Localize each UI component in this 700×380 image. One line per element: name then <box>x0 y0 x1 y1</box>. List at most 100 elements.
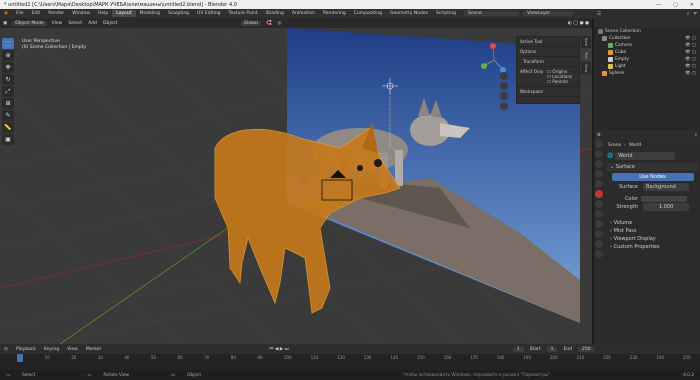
visibility-eye-icon[interactable]: 👁 ▢ <box>685 36 700 41</box>
workspace-tab-modeling[interactable]: Modeling <box>136 10 164 17</box>
mode-selector[interactable]: Object Mode <box>12 20 47 26</box>
properties-editor-icon[interactable]: ⚙ <box>597 133 601 138</box>
menu-file[interactable]: File <box>12 11 28 16</box>
viewport-display-panel-header[interactable]: › Viewport Display <box>607 235 698 243</box>
outliner-scene-collection[interactable]: Scene Collection <box>594 28 700 35</box>
viewport-menu-view[interactable]: View <box>49 21 66 26</box>
transform-subsection[interactable]: Transform <box>517 57 579 67</box>
start-frame-field[interactable]: 1 <box>546 346 558 352</box>
outliner-editor-icon[interactable]: ☰ <box>597 12 601 17</box>
custom-properties-panel-header[interactable]: › Custom Properties <box>607 243 698 251</box>
tool-tab-icon[interactable] <box>595 140 603 148</box>
physics-tab-icon[interactable] <box>595 230 603 238</box>
workspace-tab-layout[interactable]: Layout <box>112 10 136 17</box>
color-swatch[interactable] <box>641 196 687 202</box>
workspace-tab-uv-editing[interactable]: UV Editing <box>193 10 224 17</box>
render-tab-icon[interactable] <box>595 150 603 158</box>
current-frame-field[interactable]: 1 <box>512 346 524 352</box>
proportional-edit-icon[interactable]: ◎ <box>275 21 285 26</box>
annotate-tool-icon[interactable]: ✎ <box>2 110 14 121</box>
use-nodes-button[interactable]: Use Nodes <box>611 173 694 181</box>
filter-icon[interactable]: ⛛ <box>693 11 697 17</box>
transform-tool-icon[interactable]: ⊞ <box>2 98 14 109</box>
particles-tab-icon[interactable] <box>595 220 603 228</box>
scale-tool-icon[interactable]: ⤢ <box>2 86 14 97</box>
workspace-tab-geometry-nodes[interactable]: Geometry Nodes <box>386 10 432 17</box>
workspace-tab-sculpting[interactable]: Sculpting <box>164 10 193 17</box>
editor-type-icon[interactable]: ▣ <box>0 21 10 26</box>
active-tool-section[interactable]: Active Tool <box>517 37 579 47</box>
measure-tool-icon[interactable]: 📏 <box>2 122 14 133</box>
viewport-menu-select[interactable]: Select <box>65 21 85 26</box>
object-tab-icon[interactable] <box>595 200 603 208</box>
outliner-item[interactable]: Empty 👁 ▢ <box>594 56 700 63</box>
cursor-tool-icon[interactable]: ⊕ <box>2 50 14 61</box>
add-cube-tool-icon[interactable]: ▣ <box>2 134 14 145</box>
timeline-menu-playback[interactable]: Playback <box>12 347 40 352</box>
minimize-button[interactable]: — <box>656 2 661 8</box>
rotate-tool-icon[interactable]: ↻ <box>2 74 14 85</box>
outliner-item[interactable]: Cube 👁 ▢ <box>594 49 700 56</box>
workspace-tab-rendering[interactable]: Rendering <box>319 10 350 17</box>
visibility-eye-icon[interactable]: 👁 ▢ <box>685 43 700 48</box>
outliner-item[interactable]: Light 👁 ▢ <box>594 63 700 70</box>
outliner-search-icon[interactable]: ⌕ <box>687 11 690 17</box>
playhead[interactable] <box>17 354 23 362</box>
visibility-eye-icon[interactable]: 👁 ▢ <box>685 71 700 76</box>
workspace-section[interactable]: Workspace <box>517 86 579 97</box>
props-search-icon[interactable]: ⌕ <box>695 133 697 138</box>
data-tab-icon[interactable] <box>595 250 603 258</box>
workspace-tab-scripting[interactable]: Scripting <box>432 10 460 17</box>
menu-render[interactable]: Render <box>44 11 68 16</box>
world-selector[interactable]: 🌐 World <box>607 152 698 160</box>
timeline-menu-view[interactable]: View <box>63 347 82 352</box>
workspace-tab-compositing[interactable]: Compositing <box>350 10 386 17</box>
move-tool-icon[interactable]: ✥ <box>2 62 14 73</box>
menu-help[interactable]: Help <box>94 11 112 16</box>
play-controls[interactable]: ⏮ ◀ ▶ ⏭ <box>265 346 292 352</box>
surface-panel-header[interactable]: ⌄ Surface <box>607 163 698 171</box>
viewport-menu-add[interactable]: Add <box>85 21 100 26</box>
tab-tool[interactable]: Tool <box>581 49 591 61</box>
constraints-tab-icon[interactable] <box>595 240 603 248</box>
visibility-eye-icon[interactable]: 👁 ▢ <box>685 57 700 62</box>
output-tab-icon[interactable] <box>595 160 603 168</box>
surface-shader-field[interactable]: Background <box>643 183 689 191</box>
select-box-tool-icon[interactable]: ⬚ <box>2 38 14 49</box>
snap-icon[interactable]: 🧲 <box>263 21 275 26</box>
blender-logo-icon[interactable]: ◉ <box>0 11 12 16</box>
close-button[interactable]: ✕ <box>690 2 694 8</box>
timeline[interactable]: 0102030405060708090100110120130140150160… <box>0 354 700 370</box>
3d-viewport[interactable]: User Perspective (0) Scene Collection | … <box>0 28 592 344</box>
outliner-item[interactable]: Camera 👁 ▢ <box>594 42 700 49</box>
shading-modes[interactable]: ◐ ◯ ● ● <box>565 21 592 26</box>
timeline-editor-icon[interactable]: ◷ <box>0 347 12 352</box>
scene-selector[interactable]: Scene <box>464 11 519 16</box>
menu-edit[interactable]: Edit <box>27 11 44 16</box>
transform-orientation-selector[interactable]: Global <box>240 20 261 26</box>
workspace-tab-shading[interactable]: Shading <box>262 10 288 17</box>
parents-checkbox[interactable]: ☐ Parents <box>547 79 572 84</box>
modifier-tab-icon[interactable] <box>595 210 603 218</box>
options-section[interactable]: Options <box>517 47 579 57</box>
viewport-menu-object[interactable]: Object <box>100 21 121 26</box>
maximize-button[interactable]: ▢ <box>673 2 678 8</box>
workspace-tab-texture-paint[interactable]: Texture Paint <box>225 10 262 17</box>
timeline-menu-marker[interactable]: Marker <box>82 347 106 352</box>
tab-view[interactable]: View <box>581 62 591 74</box>
scene-tab-icon[interactable] <box>595 180 603 188</box>
outliner-item[interactable]: Collection 👁 ▢ <box>594 35 700 42</box>
volume-panel-header[interactable]: › Volume <box>607 219 698 227</box>
mist-pass-panel-header[interactable]: › Mist Pass <box>607 227 698 235</box>
world-name-field[interactable]: World <box>615 152 676 160</box>
view-layer-tab-icon[interactable] <box>595 170 603 178</box>
menu-window[interactable]: Window <box>68 11 94 16</box>
visibility-eye-icon[interactable]: 👁 ▢ <box>685 50 700 55</box>
end-frame-field[interactable]: 250 <box>578 346 595 352</box>
view-layer-selector[interactable]: ViewLayer <box>523 11 573 16</box>
workspace-tab-animation[interactable]: Animation <box>288 10 319 17</box>
strength-field[interactable]: 1.000 <box>643 203 689 211</box>
outliner-item[interactable]: Sphere 👁 ▢ <box>594 70 700 77</box>
timeline-menu-keying[interactable]: Keying <box>40 347 63 352</box>
tab-item[interactable]: Item <box>581 36 591 48</box>
